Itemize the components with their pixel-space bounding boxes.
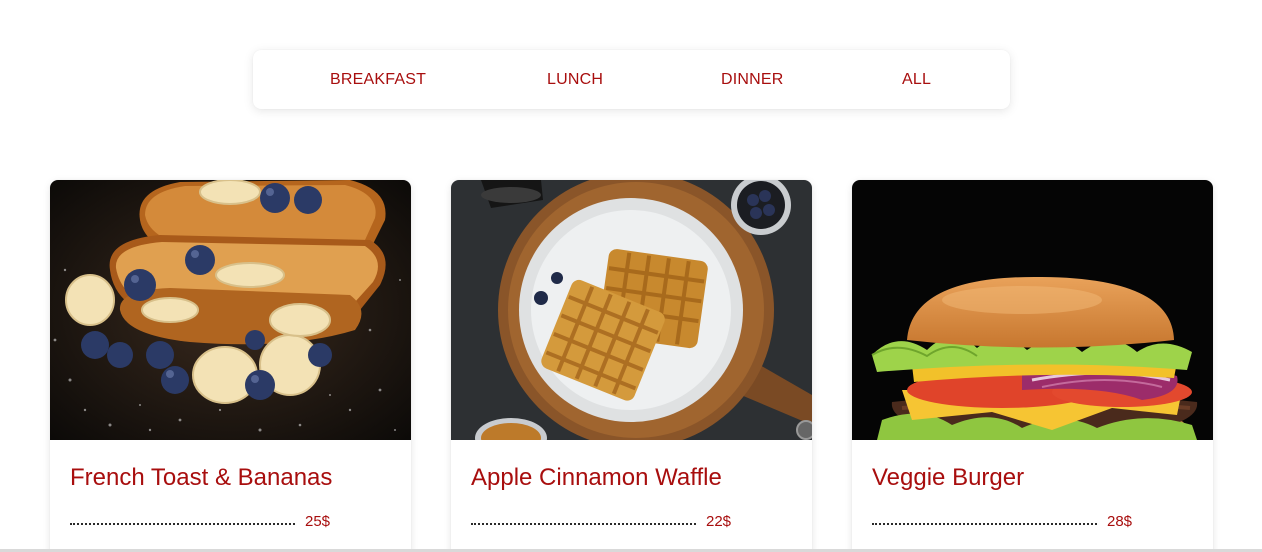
item-title[interactable]: Apple Cinnamon Waffle xyxy=(471,464,722,492)
menu-card[interactable]: French Toast & Bananas 25$ xyxy=(50,180,411,552)
tab-lunch[interactable]: LUNCH xyxy=(547,50,603,109)
menu-card[interactable]: Veggie Burger 28$ xyxy=(852,180,1213,552)
price-row: 25$ xyxy=(70,513,370,531)
tab-all[interactable]: ALL xyxy=(902,50,931,109)
menu-card[interactable]: Apple Cinnamon Waffle 22$ xyxy=(451,180,812,552)
tab-breakfast[interactable]: BREAKFAST xyxy=(330,50,426,109)
item-title[interactable]: French Toast & Bananas xyxy=(70,464,332,492)
price-row: 22$ xyxy=(471,513,771,531)
item-price: 22$ xyxy=(706,513,732,530)
item-price: 25$ xyxy=(305,513,331,530)
menu-page: BREAKFAST LUNCH DINNER ALL French Toast … xyxy=(0,0,1262,552)
price-row: 28$ xyxy=(872,513,1172,531)
dotted-leader xyxy=(471,523,696,525)
burger-photo[interactable] xyxy=(852,180,1213,440)
item-title[interactable]: Veggie Burger xyxy=(872,464,1024,492)
dotted-leader xyxy=(70,523,295,525)
category-tabs: BREAKFAST LUNCH DINNER ALL xyxy=(253,50,1010,109)
dotted-leader xyxy=(872,523,1097,525)
item-price: 28$ xyxy=(1107,513,1133,530)
french-toast-photo[interactable] xyxy=(50,180,411,440)
waffle-photo[interactable] xyxy=(451,180,812,440)
tab-dinner[interactable]: DINNER xyxy=(721,50,784,109)
